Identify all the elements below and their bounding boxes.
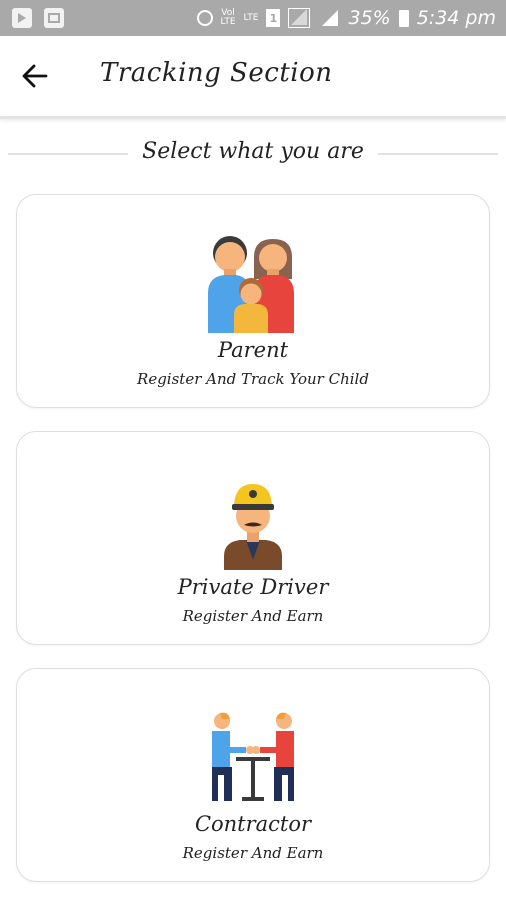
lte-label: LTE — [243, 12, 259, 23]
option-card-contractor[interactable]: Contractor Register And Earn — [16, 668, 490, 882]
meeting-icon — [212, 712, 294, 801]
option-name: Contractor — [194, 812, 312, 836]
system-icons: Vol LTE LTE 1 35% 5:34 pm — [196, 4, 496, 32]
driver-icon — [224, 484, 282, 570]
arrow-left-icon — [22, 64, 48, 88]
signal-sim1-icon — [288, 8, 311, 28]
sim-indicator: 1 — [266, 9, 281, 27]
battery-icon — [398, 9, 409, 27]
battery-percent: 35% — [348, 7, 391, 29]
alarm-icon — [196, 10, 213, 26]
family-icon — [208, 236, 294, 333]
notification-icons — [12, 8, 64, 28]
page-title: Tracking Section — [100, 58, 333, 88]
back-button[interactable] — [20, 61, 50, 91]
option-name: Private Driver — [177, 575, 329, 599]
option-card-private-driver[interactable]: Private Driver Register And Earn — [16, 431, 490, 645]
option-name: Parent — [217, 338, 289, 362]
option-card-parent[interactable]: Parent Register And Track Your Child — [16, 194, 490, 408]
status-bar: Vol LTE LTE 1 35% 5:34 pm — [0, 0, 506, 36]
app-bar: Tracking Section — [0, 36, 506, 119]
section-heading-text: Select what you are — [142, 139, 364, 164]
signal-sim2-icon — [318, 8, 340, 28]
youtube-icon — [12, 8, 32, 28]
volte-label: Vol LTE — [220, 8, 236, 27]
option-subtitle: Register And Track Your Child — [137, 370, 369, 388]
section-heading: Select what you are — [8, 135, 498, 175]
gallery-icon — [44, 8, 64, 28]
option-subtitle: Register And Earn — [182, 607, 324, 625]
option-subtitle: Register And Earn — [182, 844, 324, 862]
clock: 5:34 pm — [416, 7, 496, 29]
